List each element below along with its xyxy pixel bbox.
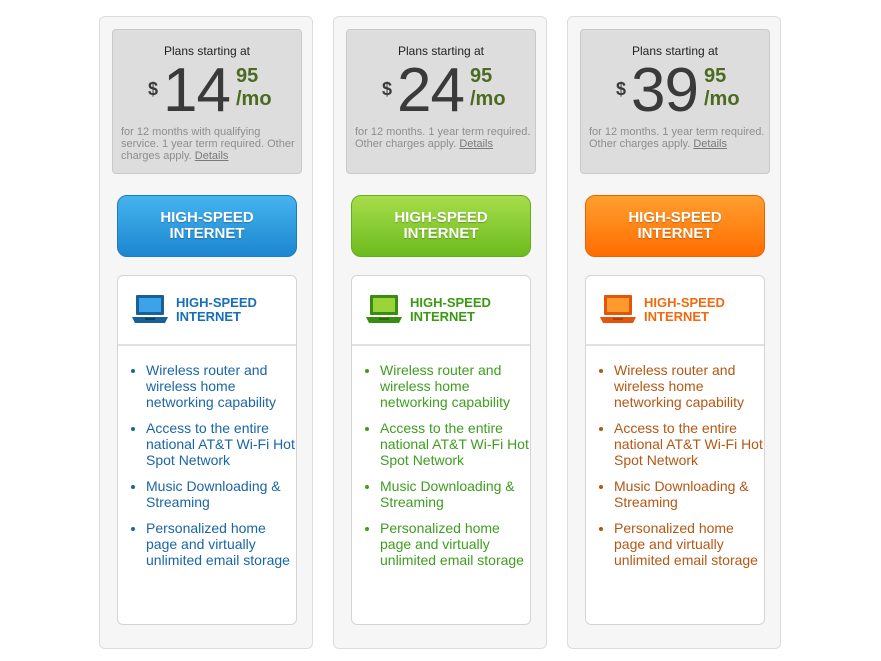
card-title-line1: HIGH-SPEED <box>644 295 725 310</box>
feature-card: HIGH-SPEED INTERNET Wireless router and … <box>351 275 531 625</box>
feature-item: Access to the entire national AT&T Wi-Fi… <box>380 420 530 468</box>
card-title-line2: INTERNET <box>410 309 475 324</box>
feature-item: Wireless router and wireless home networ… <box>614 362 764 410</box>
button-label-line1: HIGH-SPEED <box>160 209 254 226</box>
terms-text: for 12 months. 1 year term required. Oth… <box>589 126 765 150</box>
laptop-icon <box>366 295 402 323</box>
feature-item: Music Downloading & Streaming <box>146 478 296 510</box>
laptop-icon <box>600 295 636 323</box>
card-title-line1: HIGH-SPEED <box>176 295 257 310</box>
feature-list: Wireless router and wireless home networ… <box>366 362 530 578</box>
plan-comparison: Plans starting at $ 14 95 /mo for 12 mon… <box>0 0 881 661</box>
plan-column-3: Plans starting at $ 39 95 /mo for 12 mon… <box>567 16 781 649</box>
price-terms: for 12 months. 1 year term required. Oth… <box>589 126 767 150</box>
price-box: Plans starting at $ 24 95 /mo for 12 mon… <box>346 29 536 174</box>
details-link[interactable]: Details <box>195 150 229 162</box>
feature-list: Wireless router and wireless home networ… <box>132 362 296 578</box>
laptop-icon <box>132 295 168 323</box>
details-link[interactable]: Details <box>459 138 493 150</box>
button-label-line1: HIGH-SPEED <box>628 209 722 226</box>
price-cents: 95 <box>236 65 259 87</box>
feature-item: Personalized home page and virtually unl… <box>614 520 764 568</box>
price-period: /mo <box>470 88 506 110</box>
price-dollars: 24 <box>397 56 465 125</box>
card-title-line1: HIGH-SPEED <box>410 295 491 310</box>
currency-symbol: $ <box>382 79 393 99</box>
feature-item: Music Downloading & Streaming <box>380 478 530 510</box>
currency-symbol: $ <box>148 79 159 99</box>
feature-card-header: HIGH-SPEED INTERNET <box>118 276 296 346</box>
feature-item: Music Downloading & Streaming <box>614 478 764 510</box>
feature-list: Wireless router and wireless home networ… <box>600 362 764 578</box>
button-label-line1: HIGH-SPEED <box>394 209 488 226</box>
button-label-line2: INTERNET <box>637 225 713 242</box>
price-period: /mo <box>704 88 740 110</box>
card-title-line2: INTERNET <box>644 309 709 324</box>
feature-item: Personalized home page and virtually unl… <box>146 520 296 568</box>
feature-item: Personalized home page and virtually unl… <box>380 520 530 568</box>
button-label-line2: INTERNET <box>169 225 245 242</box>
price-cents: 95 <box>470 65 493 87</box>
feature-card-header: HIGH-SPEED INTERNET <box>586 276 764 346</box>
feature-item: Wireless router and wireless home networ… <box>146 362 296 410</box>
plan-column-1: Plans starting at $ 14 95 /mo for 12 mon… <box>99 16 313 649</box>
feature-item: Access to the entire national AT&T Wi-Fi… <box>146 420 296 468</box>
price-box: Plans starting at $ 39 95 /mo for 12 mon… <box>580 29 770 174</box>
feature-item: Wireless router and wireless home networ… <box>380 362 530 410</box>
feature-item: Access to the entire national AT&T Wi-Fi… <box>614 420 764 468</box>
feature-card: HIGH-SPEED INTERNET Wireless router and … <box>585 275 765 625</box>
price-period: /mo <box>236 88 272 110</box>
feature-card-title: HIGH-SPEED INTERNET <box>176 296 257 324</box>
feature-card-title: HIGH-SPEED INTERNET <box>410 296 491 324</box>
card-title-line2: INTERNET <box>176 309 241 324</box>
price-box: Plans starting at $ 14 95 /mo for 12 mon… <box>112 29 302 174</box>
feature-card-header: HIGH-SPEED INTERNET <box>352 276 530 346</box>
currency-symbol: $ <box>616 79 627 99</box>
feature-card: HIGH-SPEED INTERNET Wireless router and … <box>117 275 297 625</box>
high-speed-internet-button[interactable]: HIGH-SPEED INTERNET <box>117 195 297 257</box>
price-cents: 95 <box>704 65 727 87</box>
high-speed-internet-button[interactable]: HIGH-SPEED INTERNET <box>585 195 765 257</box>
button-label-line2: INTERNET <box>403 225 479 242</box>
feature-card-title: HIGH-SPEED INTERNET <box>644 296 725 324</box>
price-terms: for 12 months. 1 year term required. Oth… <box>355 126 533 150</box>
price-dollars: 14 <box>163 56 231 125</box>
price-terms: for 12 months with qualifying service. 1… <box>121 126 299 162</box>
price-dollars: 39 <box>631 56 699 125</box>
plan-column-2: Plans starting at $ 24 95 /mo for 12 mon… <box>333 16 547 649</box>
details-link[interactable]: Details <box>693 138 727 150</box>
terms-text: for 12 months. 1 year term required. Oth… <box>355 126 531 150</box>
high-speed-internet-button[interactable]: HIGH-SPEED INTERNET <box>351 195 531 257</box>
